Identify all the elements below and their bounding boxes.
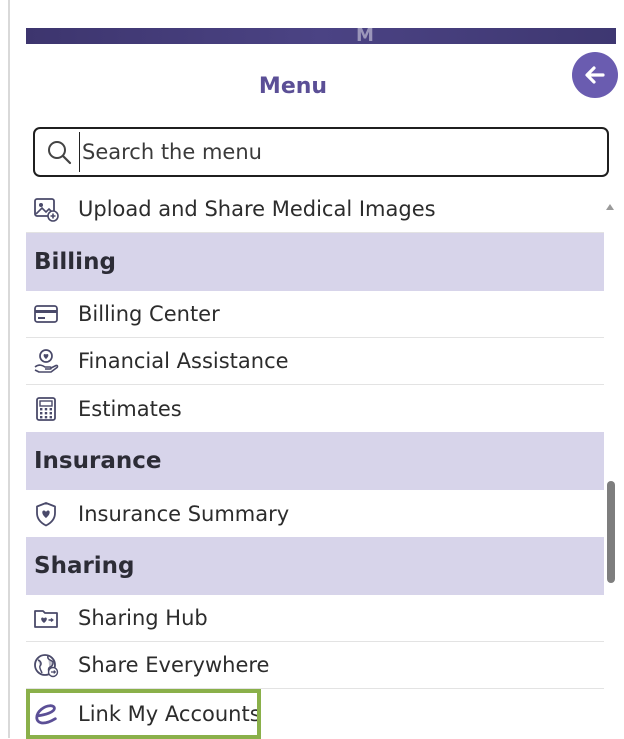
scrollbar-thumb[interactable] <box>607 481 615 583</box>
menu-item-estimates[interactable]: Estimates <box>26 385 604 432</box>
menu-item-label: Share Everywhere <box>78 653 270 677</box>
left-border <box>8 0 10 738</box>
search-icon <box>45 138 73 166</box>
menu-list: Upload and Share Medical Images Billing … <box>26 186 604 739</box>
menu-item-insurance-summary[interactable]: Insurance Summary <box>26 490 604 537</box>
globe-share-icon <box>32 651 60 679</box>
credit-card-icon <box>32 300 60 328</box>
search-box[interactable] <box>33 127 609 177</box>
section-title: Insurance <box>34 448 162 474</box>
menu-item-label: Insurance Summary <box>78 501 290 526</box>
back-button[interactable] <box>572 52 618 98</box>
menu-title: Menu <box>258 74 328 99</box>
menu-item-label: Upload and Share Medical Images <box>78 197 436 221</box>
header-banner: M <box>26 25 616 46</box>
menu-item-link-my-accounts[interactable]: Link My Accounts <box>26 689 261 739</box>
section-insurance: Insurance <box>26 432 604 490</box>
banner-logo: M <box>356 25 374 46</box>
menu-item-billing-center[interactable]: Billing Center <box>26 291 604 338</box>
link-e-icon <box>32 700 60 728</box>
menu-item-label: Billing Center <box>78 302 220 326</box>
menu-item-label: Estimates <box>78 396 182 421</box>
menu-item-share-everywhere[interactable]: Share Everywhere <box>26 642 604 689</box>
hand-heart-icon <box>32 347 60 375</box>
section-title: Billing <box>34 249 116 275</box>
image-upload-icon <box>32 195 60 223</box>
arrow-left-icon <box>585 66 605 84</box>
menu-item-label: Link My Accounts <box>78 702 261 726</box>
menu-item-upload-images[interactable]: Upload and Share Medical Images <box>26 186 604 233</box>
calculator-icon <box>32 395 60 423</box>
menu-item-label: Financial Assistance <box>78 349 289 373</box>
section-title: Sharing <box>34 553 135 579</box>
menu-item-label: Sharing Hub <box>78 606 208 630</box>
folder-heart-icon <box>32 604 60 632</box>
search-input[interactable] <box>79 132 607 172</box>
menu-item-sharing-hub[interactable]: Sharing Hub <box>26 595 604 642</box>
section-sharing: Sharing <box>26 537 604 595</box>
section-billing: Billing <box>26 233 604 291</box>
scroll-up-arrow[interactable] <box>606 204 614 210</box>
shield-heart-icon <box>32 500 60 528</box>
menu-item-financial-assistance[interactable]: Financial Assistance <box>26 338 604 385</box>
